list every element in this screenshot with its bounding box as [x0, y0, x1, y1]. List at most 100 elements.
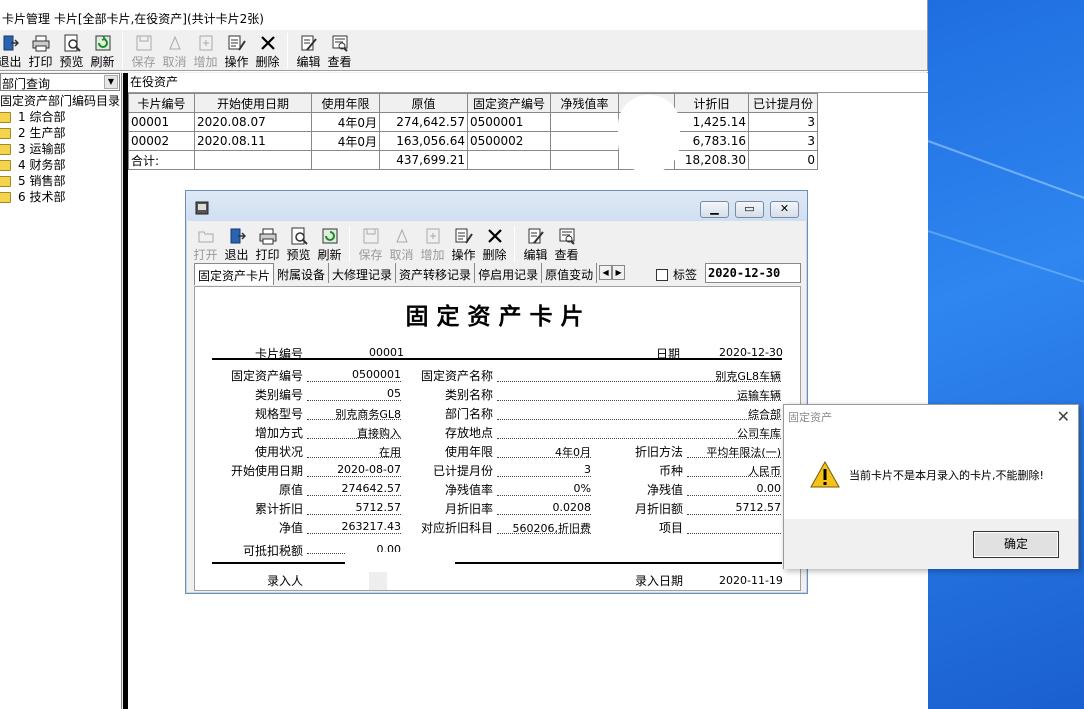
column-header[interactable]: 已计提月份: [748, 93, 818, 113]
toolbar-divider: [0, 70, 928, 72]
column-header[interactable]: 使用年限: [311, 93, 380, 113]
operate-button[interactable]: 操作: [221, 31, 252, 69]
tab-suspend-resume[interactable]: 停启用记录: [475, 263, 543, 283]
view-button[interactable]: 查看: [551, 224, 582, 262]
save-button[interactable]: 保存: [128, 31, 159, 69]
exit-icon: [1, 34, 19, 52]
folder-icon: [0, 143, 11, 155]
tree-item-2[interactable]: 2 生产部: [0, 125, 120, 141]
card-tabs: 固定资产卡片 附属设备 大修理记录 资产转移记录 停启用记录 原值变动 ◀ ▶: [194, 263, 626, 285]
dialog-footer: 确定: [784, 519, 1078, 569]
card-toolbar: 打开 退出 打印 预览 刷新 保存 取消 增加 操作 删除 编辑 查看: [190, 224, 582, 262]
divider: [212, 562, 782, 564]
dialog-title: 固定资产 ✕: [788, 407, 1070, 426]
print-button[interactable]: 打印: [252, 224, 283, 262]
view-icon: [558, 227, 576, 245]
exit-button[interactable]: 退出: [221, 224, 252, 262]
table-total-row: 合计: 437,699.21 18,208.30 0: [128, 150, 818, 170]
delete-icon: [486, 227, 504, 245]
refresh-icon: [321, 227, 339, 245]
exit-button[interactable]: 退出: [0, 31, 25, 69]
ok-button[interactable]: 确定: [973, 531, 1059, 558]
message-dialog: 固定资产 ✕ 当前卡片不是本月录入的卡片,不能删除! 确定: [783, 404, 1079, 569]
tree-root[interactable]: 固定资产部门编码目录: [0, 93, 120, 109]
bookmark-checkbox[interactable]: 标签: [656, 266, 697, 283]
tab-asset-card[interactable]: 固定资产卡片: [194, 263, 275, 285]
save-button[interactable]: 保存: [355, 224, 386, 262]
open-icon: [197, 227, 215, 245]
table-header-row: 卡片编号 开始使用日期 使用年限 原值 固定资产编号 净残值率 计折旧 已计提月…: [128, 93, 818, 113]
edit-button[interactable]: 编辑: [293, 31, 324, 69]
cancel-button[interactable]: 取消: [159, 31, 190, 69]
column-header[interactable]: 净残值率: [550, 93, 619, 113]
toolbar-separator: [349, 226, 350, 262]
tree-item-1[interactable]: 1 综合部: [0, 109, 120, 125]
close-button[interactable]: ✕: [770, 201, 799, 218]
tree-item-6[interactable]: 6 技术部: [0, 189, 120, 205]
redacted-area: [345, 552, 455, 590]
column-header[interactable]: 计折旧: [674, 93, 749, 113]
tab-overhaul[interactable]: 大修理记录: [329, 263, 397, 283]
print-icon: [259, 227, 277, 245]
folder-icon: [0, 127, 11, 139]
table-row[interactable]: 00002 2020.08.11 4年0月 163,056.64 0500002…: [128, 131, 818, 151]
save-icon: [362, 227, 380, 245]
chevron-down-icon[interactable]: ▼: [104, 75, 118, 89]
date-field[interactable]: 2020-12-30: [705, 263, 801, 283]
add-button[interactable]: 增加: [417, 224, 448, 262]
tab-scroller: ◀ ▶: [599, 265, 626, 285]
asset-table: 卡片编号 开始使用日期 使用年限 原值 固定资产编号 净残值率 计折旧 已计提月…: [128, 93, 818, 170]
department-tree: 固定资产部门编码目录 1 综合部 2 生产部 3 运输部 4 财务部 5 销售部…: [0, 93, 120, 205]
edit-icon: [527, 227, 545, 245]
refresh-button[interactable]: 刷新: [87, 31, 118, 69]
toolbar-separator: [287, 33, 288, 69]
app-icon: [194, 200, 210, 216]
chevron-right-icon[interactable]: ▶: [612, 265, 626, 280]
dialog-message: 当前卡片不是本月录入的卡片,不能删除!: [849, 469, 1044, 482]
operate-icon: [455, 227, 473, 245]
open-button[interactable]: 打开: [190, 224, 221, 262]
edit-icon: [300, 34, 318, 52]
column-header[interactable]: 固定资产编号: [467, 93, 551, 113]
main-window-title: 卡片管理 卡片[全部卡片,在役资产](共计卡片2张): [0, 0, 927, 30]
tree-item-4[interactable]: 4 财务部: [0, 157, 120, 173]
print-button[interactable]: 打印: [25, 31, 56, 69]
toolbar-separator: [122, 33, 123, 69]
refresh-button[interactable]: 刷新: [314, 224, 345, 262]
edit-button[interactable]: 编辑: [520, 224, 551, 262]
chevron-left-icon[interactable]: ◀: [599, 265, 613, 280]
cancel-icon: [166, 34, 184, 52]
refresh-icon: [94, 34, 112, 52]
tab-transfer[interactable]: 资产转移记录: [396, 263, 476, 283]
preview-button[interactable]: 预览: [56, 31, 87, 69]
minimize-button[interactable]: ▁: [700, 201, 729, 218]
checkbox[interactable]: [656, 268, 668, 281]
delete-icon: [259, 34, 277, 52]
operate-button[interactable]: 操作: [448, 224, 479, 262]
cancel-button[interactable]: 取消: [386, 224, 417, 262]
tab-accessories[interactable]: 附属设备: [274, 263, 330, 283]
operate-icon: [228, 34, 246, 52]
column-header[interactable]: 开始使用日期: [194, 93, 312, 113]
column-header[interactable]: 卡片编号: [128, 93, 195, 113]
asset-card: 固定资产卡片 卡片编号 00001 日期 2020-12-30 固定资产编号 0…: [194, 286, 801, 591]
delete-button[interactable]: 删除: [479, 224, 510, 262]
tab-value-change[interactable]: 原值变动: [542, 263, 598, 283]
restore-button[interactable]: ▭: [735, 201, 764, 218]
folder-icon: [0, 191, 11, 203]
department-query-select[interactable]: 部门查询 ▼: [0, 73, 120, 91]
delete-button[interactable]: 删除: [252, 31, 283, 69]
table-row[interactable]: 00001 2020.08.07 4年0月 274,642.57 0500001…: [128, 112, 818, 132]
close-icon[interactable]: ✕: [1057, 407, 1070, 426]
preview-button[interactable]: 预览: [283, 224, 314, 262]
preview-icon: [290, 227, 308, 245]
save-icon: [135, 34, 153, 52]
column-header[interactable]: 原值: [379, 93, 468, 113]
tree-item-3[interactable]: 3 运输部: [0, 141, 120, 157]
add-button[interactable]: 增加: [190, 31, 221, 69]
card-window-titlebar: ▁ ▭ ✕: [186, 191, 807, 221]
toolbar-separator: [514, 226, 515, 262]
view-button[interactable]: 查看: [324, 31, 355, 69]
dialog-body: 当前卡片不是本月录入的卡片,不能删除!: [784, 427, 1078, 519]
tree-item-5[interactable]: 5 销售部: [0, 173, 120, 189]
